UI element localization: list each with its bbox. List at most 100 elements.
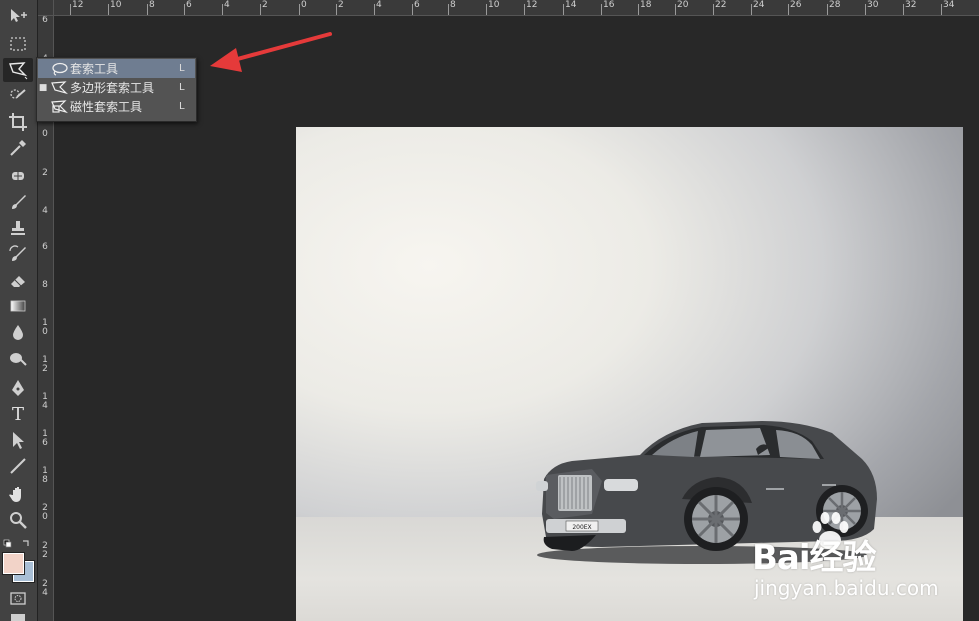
hand-icon xyxy=(9,487,21,502)
history-brush-tool-button[interactable] xyxy=(3,242,33,266)
line-tool-button[interactable] xyxy=(3,454,33,478)
ruler-top-tick xyxy=(638,4,639,15)
ruler-top-tick xyxy=(260,4,261,15)
tools-panel: T xyxy=(0,0,38,621)
pen-icon xyxy=(12,380,24,396)
ruler-top-label: 6 xyxy=(414,0,420,10)
flyout-item-magnetic-lasso[interactable]: 磁性套索工具 L xyxy=(38,97,195,116)
flyout-item-lasso[interactable]: 套索工具 L xyxy=(38,59,195,78)
flyout-item-shortcut: L xyxy=(179,82,185,93)
history-brush-icon xyxy=(9,245,26,261)
eraser-tool-button[interactable] xyxy=(3,268,33,292)
ruler-top-tick xyxy=(108,4,109,15)
license-plate-text: 200EX xyxy=(572,524,591,531)
ruler-top-tick xyxy=(941,4,942,15)
flyout-item-label: 多边形套索工具 xyxy=(70,81,155,95)
lasso-icon xyxy=(52,62,68,76)
ruler-top-label: 2 xyxy=(262,0,268,10)
ruler-top-tick xyxy=(412,4,413,15)
ruler-top-tick xyxy=(486,4,487,15)
gradient-icon xyxy=(10,300,26,312)
foreground-color-swatch[interactable] xyxy=(2,552,25,575)
move-tool-button[interactable] xyxy=(3,4,33,28)
eyedropper-tool-button[interactable] xyxy=(3,136,33,160)
path-select-icon xyxy=(13,432,24,449)
ruler-top-tick xyxy=(713,4,714,15)
brush-tool-button[interactable] xyxy=(3,190,33,214)
ruler-top-tick xyxy=(222,4,223,15)
ruler-top-tick xyxy=(827,4,828,15)
rect-marquee-tool-button[interactable] xyxy=(3,32,33,56)
ruler-top-tick xyxy=(70,4,71,15)
ruler-left-label: 2 xyxy=(42,168,48,178)
clone-stamp-tool-button[interactable] xyxy=(3,216,33,240)
flyout-item-label: 磁性套索工具 xyxy=(70,100,143,114)
pen-tool-button[interactable] xyxy=(3,376,33,400)
ruler-top-tick xyxy=(865,4,866,15)
hand-tool-button[interactable] xyxy=(3,482,33,506)
line-icon xyxy=(10,458,26,474)
ruler-top-tick xyxy=(563,4,564,15)
flyout-item-shortcut: L xyxy=(179,63,185,74)
gradient-tool-button[interactable] xyxy=(3,294,33,318)
ruler-left-label: 0 xyxy=(42,129,48,139)
crop-tool-button[interactable] xyxy=(3,110,33,134)
ruler-left-label: 1 2 xyxy=(42,355,48,374)
ruler-top-label: 2 xyxy=(338,0,344,10)
ruler-top-tick xyxy=(788,4,789,15)
annotation-arrow xyxy=(210,32,332,72)
ruler-top-label: 26 xyxy=(790,0,802,10)
zoom-tool-button[interactable] xyxy=(3,508,33,532)
watermark-url: jingyan.baidu.com xyxy=(754,576,939,600)
swap-colors-icon[interactable] xyxy=(3,538,33,550)
ruler-left-label: 1 8 xyxy=(42,466,48,485)
path-select-tool-button[interactable] xyxy=(3,428,33,452)
dodge-tool-button[interactable] xyxy=(3,346,33,370)
clone-stamp-icon xyxy=(11,221,25,235)
zoom-icon xyxy=(10,512,27,529)
flyout-item-shortcut: L xyxy=(179,101,185,112)
type-tool-button[interactable]: T xyxy=(3,402,33,426)
screen-mode-icon[interactable] xyxy=(11,614,25,621)
ruler-top-tick xyxy=(184,4,185,15)
polygonal-lasso-tool-button[interactable] xyxy=(3,58,33,82)
ruler-top-label: 32 xyxy=(905,0,917,10)
ruler-left-label: 4 xyxy=(42,206,48,216)
ruler-origin-corner xyxy=(38,0,54,16)
ruler-top-label: 6 xyxy=(186,0,192,10)
ruler-left-label: 1 6 xyxy=(42,429,48,448)
ruler-top-label: 14 xyxy=(565,0,577,10)
ruler-top-label: 28 xyxy=(829,0,841,10)
ruler-top-label: 8 xyxy=(149,0,155,10)
flyout-item-polygonal-lasso[interactable]: ■ 多边形套索工具 L xyxy=(38,78,195,97)
polygonal-lasso-icon xyxy=(9,62,28,80)
ruler-top-tick xyxy=(299,4,300,15)
quick-mask-icon xyxy=(10,592,26,605)
blur-tool-button[interactable] xyxy=(3,320,33,344)
quick-mask-button[interactable] xyxy=(3,586,33,610)
brush-icon xyxy=(12,195,26,209)
ruler-left-label: 2 0 xyxy=(42,503,48,522)
horizontal-ruler: 12 10 8 6 4 2 0 2 4 6 8 10 12 14 16 18 20 22 24 26 28 30 32 34 xyxy=(38,0,979,16)
ruler-top-tick xyxy=(675,4,676,15)
ruler-top-tick xyxy=(601,4,602,15)
ruler-top-label: 4 xyxy=(376,0,382,10)
type-icon: T xyxy=(11,403,24,425)
ruler-top-label: 10 xyxy=(110,0,122,10)
flyout-item-label: 套索工具 xyxy=(70,62,119,76)
flyout-current-marker: ■ xyxy=(38,82,48,93)
ruler-top-tick xyxy=(374,4,375,15)
default-colors-row xyxy=(3,535,33,550)
ruler-left-label: 6 xyxy=(42,242,48,252)
ruler-left-label: 1 4 xyxy=(42,392,48,411)
dodge-icon xyxy=(10,353,27,366)
ruler-left-label: 1 0 xyxy=(42,318,48,337)
move-icon xyxy=(11,9,27,22)
healing-brush-tool-button[interactable] xyxy=(3,164,33,188)
magnetic-lasso-icon xyxy=(51,99,68,113)
quick-select-tool-button[interactable] xyxy=(3,84,33,108)
blur-drop-icon xyxy=(13,325,23,340)
ruler-top-tick xyxy=(524,4,525,15)
ruler-top-label: 34 xyxy=(943,0,955,10)
ruler-top-label: 24 xyxy=(753,0,765,10)
